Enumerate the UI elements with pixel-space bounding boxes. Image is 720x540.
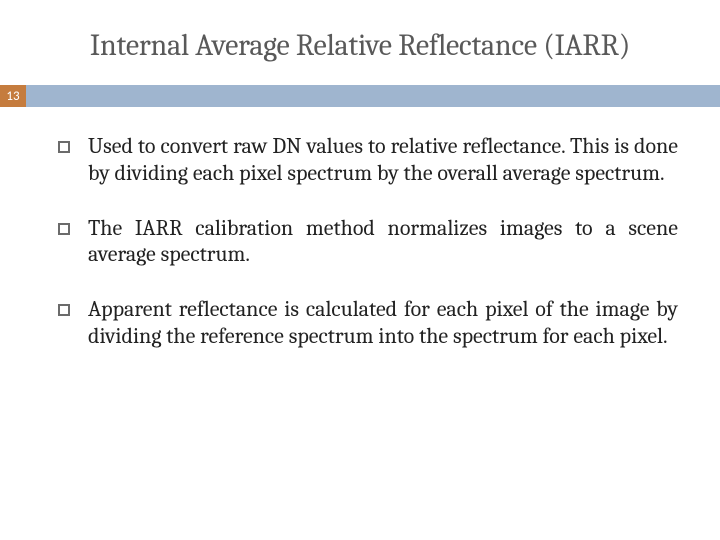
list-item: Used to convert raw DN values to relativ… xyxy=(58,133,678,187)
bullet-text: The IARR calibration method normalizes i… xyxy=(88,215,678,269)
bullet-text: Used to convert raw DN values to relativ… xyxy=(88,133,678,187)
divider-bar: 13 xyxy=(0,85,720,107)
list-item: The IARR calibration method normalizes i… xyxy=(58,215,678,269)
slide-title: Internal Average Relative Reflectance (I… xyxy=(0,0,720,85)
slide: Internal Average Relative Reflectance (I… xyxy=(0,0,720,540)
square-bullet-icon xyxy=(58,304,70,316)
slide-number-badge: 13 xyxy=(0,85,26,107)
content-area: Used to convert raw DN values to relativ… xyxy=(0,107,720,350)
square-bullet-icon xyxy=(58,141,70,153)
bullet-text: Apparent reflectance is calculated for e… xyxy=(88,296,678,350)
square-bullet-icon xyxy=(58,223,70,235)
list-item: Apparent reflectance is calculated for e… xyxy=(58,296,678,350)
